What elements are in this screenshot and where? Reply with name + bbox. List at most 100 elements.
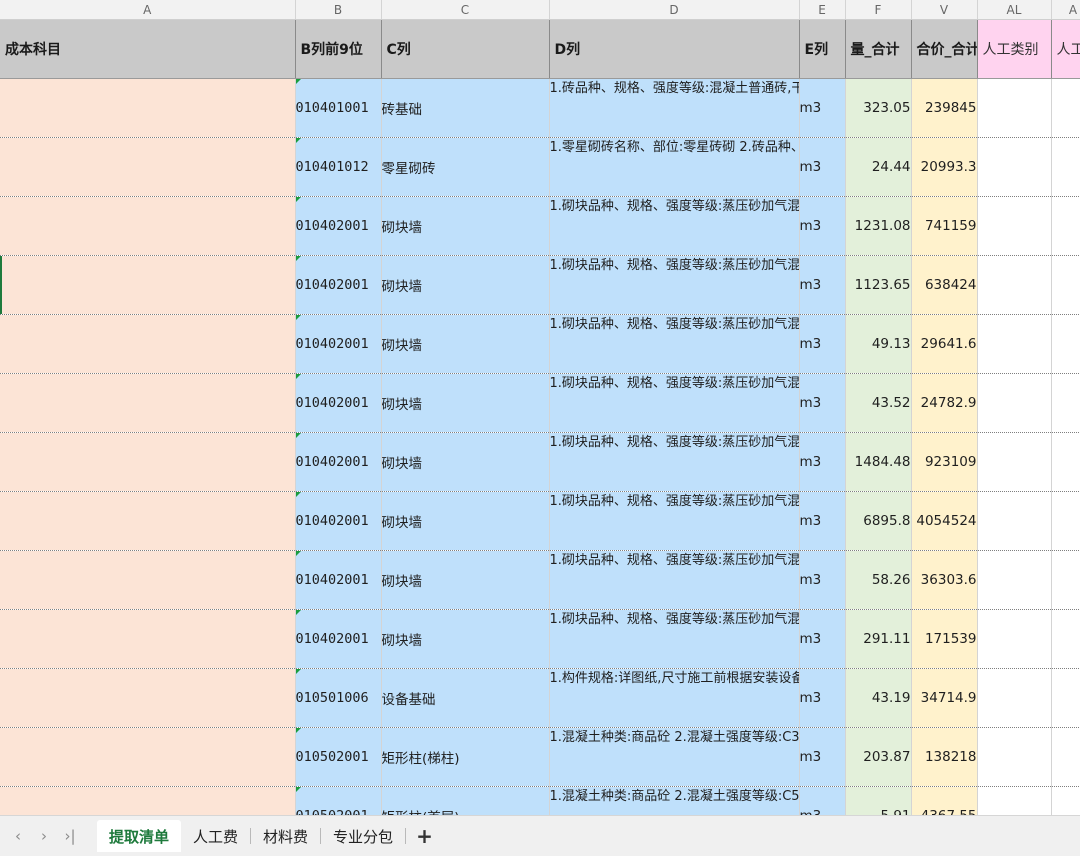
- header-cell-quantity-total[interactable]: 量_合计: [845, 19, 912, 79]
- cell-description[interactable]: 1.砌块品种、规格、强度等级:蒸压砂加气混凝土砌块 A3.5 B06 2.墙体类…: [549, 196, 800, 256]
- cell-labor-category[interactable]: [977, 373, 1052, 433]
- cell-item-name[interactable]: 砌块墙: [381, 432, 550, 492]
- cell-description[interactable]: 1.构件规格:详图纸,尺寸施工前根据安装设备确定,根据实际适当调整: [549, 668, 800, 728]
- cell-labor[interactable]: [1051, 314, 1080, 374]
- cell-labor[interactable]: [1051, 78, 1080, 138]
- column-letter-am[interactable]: A: [1051, 0, 1080, 20]
- cell-code[interactable]: 010402001: [295, 255, 382, 315]
- first-sheet-button[interactable]: ‹: [5, 821, 31, 851]
- cell-unit[interactable]: m3: [799, 491, 846, 551]
- cell-description[interactable]: 1.砌块品种、规格、强度等级:蒸压砂加气混凝土砌块 A5.0 B06 2.墙体类…: [549, 491, 800, 551]
- cell-code[interactable]: 010402001: [295, 550, 382, 610]
- cell-labor-category[interactable]: [977, 786, 1052, 815]
- column-letter-c[interactable]: C: [381, 0, 550, 20]
- cell-unit[interactable]: m3: [799, 314, 846, 374]
- cell-description[interactable]: 1.零星砌砖名称、部位:零星砖砌 2.砖品种、规格、强度等级:混凝土实心砖,干容…: [549, 137, 800, 197]
- cell-labor[interactable]: [1051, 727, 1080, 787]
- cell-price[interactable]: 239845: [911, 78, 978, 138]
- tab-labor-cost[interactable]: 人工费: [181, 820, 250, 852]
- header-cell-c[interactable]: C列: [381, 19, 550, 79]
- cell-quantity[interactable]: 1484.48: [845, 432, 912, 492]
- cell-item-name[interactable]: 砌块墙: [381, 373, 550, 433]
- cell-item-name[interactable]: 砌块墙: [381, 314, 550, 374]
- cell-price[interactable]: 138218: [911, 727, 978, 787]
- cell-code[interactable]: 010401012: [295, 137, 382, 197]
- cell-unit[interactable]: m3: [799, 609, 846, 669]
- cell-quantity[interactable]: 58.26: [845, 550, 912, 610]
- cell-item-name[interactable]: 砌块墙: [381, 609, 550, 669]
- cell-price[interactable]: 20993.3: [911, 137, 978, 197]
- cell-labor-category[interactable]: [977, 491, 1052, 551]
- cell-labor[interactable]: [1051, 432, 1080, 492]
- column-letter-al[interactable]: AL: [977, 0, 1052, 20]
- column-letter-v[interactable]: V: [911, 0, 978, 20]
- cell-quantity[interactable]: 1123.65: [845, 255, 912, 315]
- cell-item-name[interactable]: 矩形柱(梯柱): [381, 727, 550, 787]
- cell-cost-subject[interactable]: [0, 727, 296, 787]
- cell-unit[interactable]: m3: [799, 373, 846, 433]
- cell-unit[interactable]: m3: [799, 78, 846, 138]
- cell-code[interactable]: 010402001: [295, 314, 382, 374]
- column-letter-f[interactable]: F: [845, 0, 912, 20]
- cell-labor[interactable]: [1051, 373, 1080, 433]
- cell-price[interactable]: 923109: [911, 432, 978, 492]
- cell-cost-subject[interactable]: [0, 668, 296, 728]
- cell-cost-subject[interactable]: [0, 196, 296, 256]
- cell-labor[interactable]: [1051, 668, 1080, 728]
- column-letter-a[interactable]: A: [0, 0, 296, 20]
- cell-description[interactable]: 1.混凝土种类:商品砼 2.混凝土强度等级:C30: [549, 727, 800, 787]
- cell-quantity[interactable]: 323.05: [845, 78, 912, 138]
- cell-code[interactable]: 010401001: [295, 78, 382, 138]
- cell-quantity[interactable]: 1231.08: [845, 196, 912, 256]
- cell-unit[interactable]: m3: [799, 727, 846, 787]
- cell-code[interactable]: 010402001: [295, 491, 382, 551]
- cell-quantity[interactable]: 5.91: [845, 786, 912, 815]
- cell-labor-category[interactable]: [977, 432, 1052, 492]
- cell-quantity[interactable]: 24.44: [845, 137, 912, 197]
- cell-labor-category[interactable]: [977, 668, 1052, 728]
- cell-code[interactable]: 010502001: [295, 727, 382, 787]
- cell-description[interactable]: 1.砌块品种、规格、强度等级:蒸压砂加气混凝土砌块 A5.0 B06 2.墙体类…: [549, 432, 800, 492]
- cell-quantity[interactable]: 43.19: [845, 668, 912, 728]
- cell-labor-category[interactable]: [977, 137, 1052, 197]
- cell-labor-category[interactable]: [977, 196, 1052, 256]
- cell-price[interactable]: 638424: [911, 255, 978, 315]
- cell-quantity[interactable]: 6895.8: [845, 491, 912, 551]
- cell-quantity[interactable]: 43.52: [845, 373, 912, 433]
- cell-unit[interactable]: m3: [799, 786, 846, 815]
- header-cell-e[interactable]: E列: [799, 19, 846, 79]
- cell-item-name[interactable]: 砖基础: [381, 78, 550, 138]
- cell-cost-subject[interactable]: [0, 137, 296, 197]
- last-sheet-button[interactable]: ›|: [57, 821, 83, 851]
- cell-code[interactable]: 010402001: [295, 432, 382, 492]
- cell-description[interactable]: 1.混凝土种类:商品砼 2.混凝土强度等级:C50: [549, 786, 800, 815]
- cell-price[interactable]: 4054524: [911, 491, 978, 551]
- cell-labor-category[interactable]: [977, 727, 1052, 787]
- cell-labor-category[interactable]: [977, 255, 1052, 315]
- cell-cost-subject[interactable]: [0, 786, 296, 815]
- header-cell-d[interactable]: D列: [549, 19, 800, 79]
- column-letter-b[interactable]: B: [295, 0, 382, 20]
- cell-labor-category[interactable]: [977, 78, 1052, 138]
- cell-cost-subject[interactable]: [0, 550, 296, 610]
- cell-description[interactable]: 1.砖品种、规格、强度等级:混凝土普通砖,干容重≤19kN/m3,砌块强度等级M…: [549, 78, 800, 138]
- cell-price[interactable]: 171539: [911, 609, 978, 669]
- cell-cost-subject[interactable]: [0, 255, 296, 315]
- cell-cost-subject[interactable]: [0, 78, 296, 138]
- cell-description[interactable]: 1.砌块品种、规格、强度等级:蒸压砂加气混凝土砌块 A5.0 B06 2.墙体类…: [549, 609, 800, 669]
- cell-item-name[interactable]: 设备基础: [381, 668, 550, 728]
- column-letter-e[interactable]: E: [799, 0, 846, 20]
- cell-code[interactable]: 010402001: [295, 196, 382, 256]
- cell-price[interactable]: 29641.6: [911, 314, 978, 374]
- cell-code[interactable]: 010402001: [295, 373, 382, 433]
- cell-item-name[interactable]: 矩形柱(首层): [381, 786, 550, 815]
- cell-unit[interactable]: m3: [799, 432, 846, 492]
- cell-labor[interactable]: [1051, 137, 1080, 197]
- cell-labor[interactable]: [1051, 786, 1080, 815]
- cell-cost-subject[interactable]: [0, 609, 296, 669]
- cell-item-name[interactable]: 零星砌砖: [381, 137, 550, 197]
- cell-quantity[interactable]: 203.87: [845, 727, 912, 787]
- cell-code[interactable]: 010402001: [295, 609, 382, 669]
- cell-labor-category[interactable]: [977, 550, 1052, 610]
- cell-labor-category[interactable]: [977, 314, 1052, 374]
